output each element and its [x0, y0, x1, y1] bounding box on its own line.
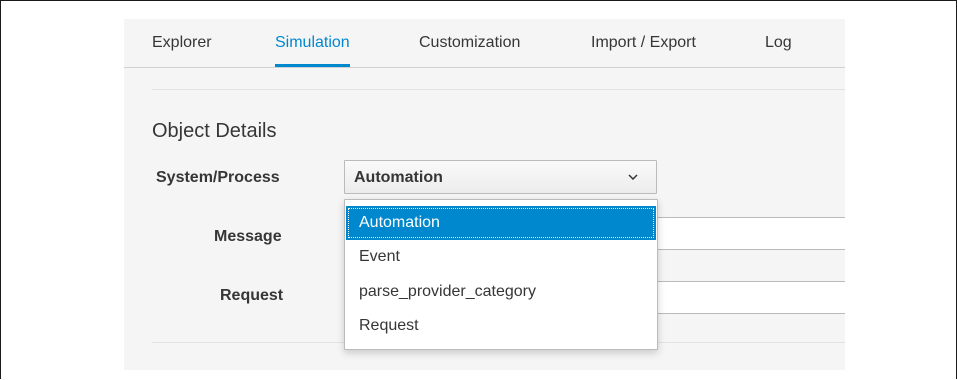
tab-explorer[interactable]: Explorer: [152, 19, 212, 66]
dropdown-option-event[interactable]: Event: [346, 240, 656, 274]
dropdown-option-automation[interactable]: Automation: [346, 206, 656, 240]
tab-import-export[interactable]: Import / Export: [591, 19, 696, 66]
system-process-value: Automation: [354, 169, 443, 186]
message-label: Message: [214, 228, 282, 245]
dropdown-option-parse-provider-category[interactable]: parse_provider_category: [346, 275, 656, 309]
system-process-label: System/Process: [156, 169, 280, 186]
dropdown-option-request[interactable]: Request: [346, 309, 656, 343]
system-process-dropdown-menu: Automation Event parse_provider_category…: [344, 199, 658, 350]
tab-bar: Explorer Simulation Customization Import…: [124, 19, 845, 68]
system-process-select[interactable]: Automation: [344, 160, 657, 194]
section-divider-top: [152, 89, 845, 90]
tab-log[interactable]: Log: [765, 19, 792, 66]
tab-customization[interactable]: Customization: [419, 19, 520, 66]
section-title: Object Details: [152, 120, 277, 142]
message-input[interactable]: [657, 217, 845, 250]
request-label: Request: [220, 287, 284, 304]
request-input[interactable]: [657, 281, 845, 314]
chevron-down-icon: [628, 174, 638, 180]
tab-simulation[interactable]: Simulation: [275, 19, 350, 67]
